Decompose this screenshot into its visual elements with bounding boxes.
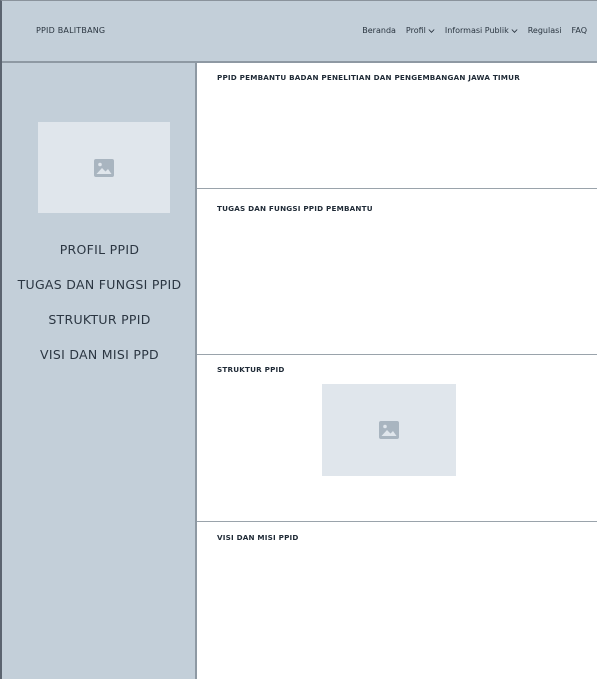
nav-item-faq[interactable]: FAQ bbox=[572, 26, 588, 35]
image-placeholder-icon bbox=[379, 421, 399, 439]
sidebar-image-placeholder bbox=[38, 122, 170, 213]
main-content: PPID PEMBANTU BADAN PENELITIAN DAN PENGE… bbox=[197, 63, 597, 679]
main-nav: Beranda Profil Informasi Publik Regulasi… bbox=[362, 26, 587, 35]
section-tugas-fungsi: TUGAS DAN FUNGSI PPID PEMBANTU bbox=[197, 189, 597, 355]
sidebar-link-profil-ppid[interactable]: PROFIL PPID bbox=[2, 240, 197, 275]
navbar: PPID BALITBANG Beranda Profil Informasi … bbox=[2, 1, 597, 63]
section-title: VISI DAN MISI PPID bbox=[217, 533, 299, 542]
struktur-image-placeholder bbox=[322, 384, 456, 476]
nav-item-beranda[interactable]: Beranda bbox=[362, 26, 396, 35]
sidebar-links: PROFIL PPID TUGAS DAN FUNGSI PPID STRUKT… bbox=[2, 240, 197, 380]
nav-item-label: Regulasi bbox=[527, 26, 562, 35]
nav-item-label: Profil bbox=[405, 26, 426, 35]
section-profil: PPID PEMBANTU BADAN PENELITIAN DAN PENGE… bbox=[197, 63, 597, 189]
sidebar: PROFIL PPID TUGAS DAN FUNGSI PPID STRUKT… bbox=[2, 63, 197, 679]
section-struktur: STRUKTUR PPID bbox=[197, 355, 597, 522]
image-placeholder-icon bbox=[94, 158, 114, 177]
nav-item-informasi-publik[interactable]: Informasi Publik bbox=[445, 26, 518, 35]
nav-item-profil[interactable]: Profil bbox=[406, 26, 435, 35]
sidebar-link-tugas-fungsi[interactable]: TUGAS DAN FUNGSI PPID bbox=[2, 275, 197, 310]
nav-item-label: Informasi Publik bbox=[444, 26, 509, 35]
section-title: TUGAS DAN FUNGSI PPID PEMBANTU bbox=[217, 204, 373, 213]
section-title: PPID PEMBANTU BADAN PENELITIAN DAN PENGE… bbox=[217, 73, 520, 82]
section-title: STRUKTUR PPID bbox=[217, 365, 285, 374]
brand-logo-text[interactable]: PPID BALITBANG bbox=[36, 26, 105, 35]
chevron-down-icon bbox=[511, 28, 518, 33]
nav-item-label: Beranda bbox=[362, 26, 396, 35]
nav-item-label: FAQ bbox=[571, 26, 588, 35]
chevron-down-icon bbox=[428, 28, 435, 33]
sidebar-link-struktur[interactable]: STRUKTUR PPID bbox=[2, 310, 197, 345]
sidebar-link-visi-misi[interactable]: VISI DAN MISI PPD bbox=[2, 345, 197, 380]
section-visi-misi: VISI DAN MISI PPID bbox=[197, 522, 597, 679]
nav-item-regulasi[interactable]: Regulasi bbox=[528, 26, 562, 35]
